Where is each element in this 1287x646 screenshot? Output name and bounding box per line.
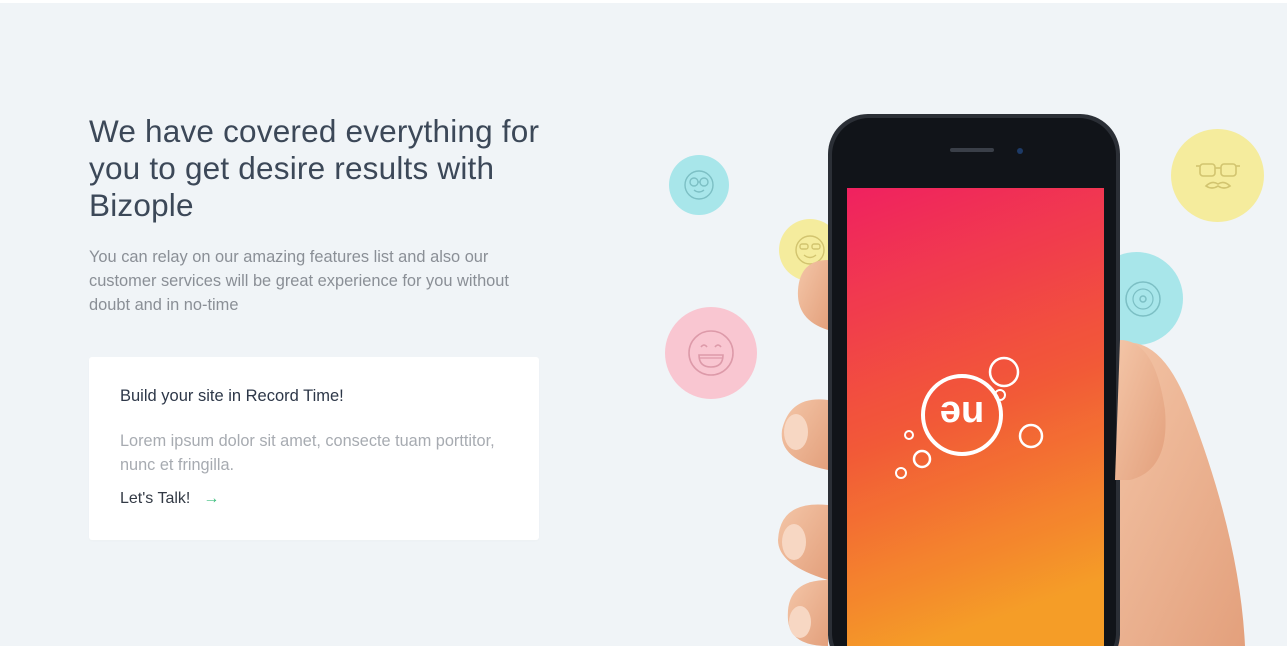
card-title: Build your site in Record Time! (120, 387, 344, 405)
feature-card: Build your site in Record Time! Lorem ip… (89, 357, 539, 540)
phone-in-hand-image: ne (778, 114, 1245, 646)
lets-talk-link[interactable]: Let's Talk! → (120, 490, 219, 508)
top-strip (0, 0, 1287, 3)
hero-description: You can relay on our amazing features li… (89, 248, 509, 314)
nerd-face-icon (669, 155, 729, 215)
laughing-face-icon (665, 307, 757, 399)
lets-talk-label: Let's Talk! (120, 490, 191, 507)
hero-title: We have covered everything for you to ge… (89, 113, 540, 223)
card-text: Lorem ipsum dolor sit amet, consecte tua… (120, 432, 495, 474)
svg-text:ne: ne (940, 393, 984, 435)
arrow-right-icon: → (203, 490, 220, 507)
